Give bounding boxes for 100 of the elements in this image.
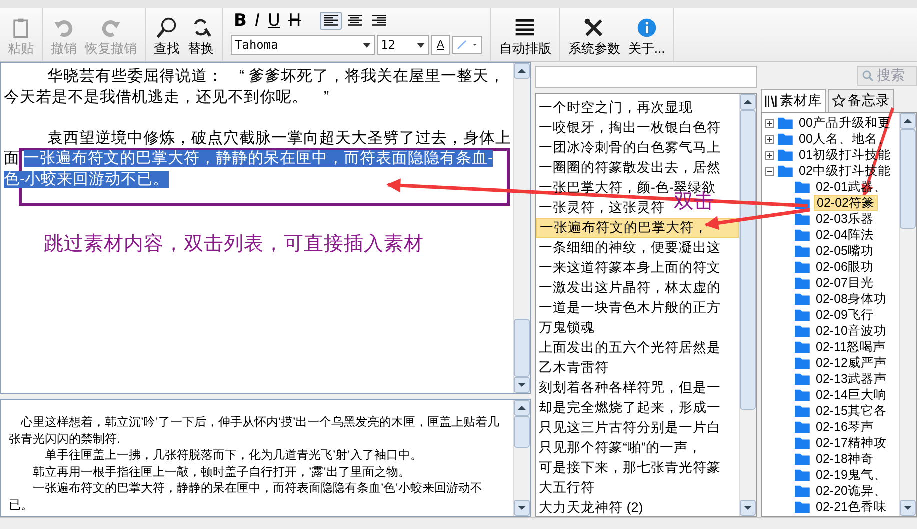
tab[interactable]: 备忘录 (828, 89, 894, 112)
tab[interactable]: 素材库 (761, 89, 826, 112)
text-style-button[interactable]: H (285, 11, 304, 31)
list-item[interactable]: 一条细细的神纹，便要凝出这 (536, 238, 724, 258)
list-item[interactable]: 万鬼锁魂 (536, 318, 598, 338)
star-icon (832, 94, 846, 108)
scrollbar[interactable] (739, 94, 756, 516)
tree-item[interactable]: 02-08身体功 (814, 292, 889, 306)
align-button[interactable] (320, 12, 342, 30)
tree-item[interactable]: 02-09飞行 (814, 308, 876, 322)
list-item[interactable]: 一团冰冷刺骨的白色雾气马上 (536, 138, 724, 158)
list-item[interactable]: 可是接下来，那七张青光符篆 (536, 458, 724, 478)
list-item[interactable]: 大五行符 (536, 478, 598, 498)
text-style-button[interactable]: B (231, 11, 250, 31)
scrollbar[interactable] (513, 63, 530, 393)
font-color-button[interactable]: A (431, 35, 450, 55)
folder-icon (795, 277, 810, 289)
tree-item[interactable]: 02-02符篆 (814, 195, 878, 211)
arrow-up-icon[interactable] (514, 63, 530, 79)
toolbar-button[interactable]: 关于... (624, 8, 670, 61)
font-select[interactable]: Tahoma (231, 35, 375, 55)
size-select[interactable]: 12 (377, 35, 429, 55)
expand-icon[interactable] (765, 134, 774, 144)
scrollbar[interactable] (899, 113, 916, 516)
list-item[interactable]: 乙木青雷符 (536, 358, 612, 378)
tree-item[interactable]: 02-05嘴功 (814, 244, 876, 258)
arrow-down-icon[interactable] (740, 500, 756, 516)
tree-item[interactable]: 02-06眼功 (814, 260, 876, 274)
scroll-thumb[interactable] (514, 416, 530, 448)
annotation-text: 跳过素材内容，双击列表，可直接插入素材 (44, 232, 424, 257)
search-field[interactable] (535, 66, 757, 88)
selected-text: 一张遍布符文的巴掌大符，静静的呆在匣中，而符表面隐隐有条血- (24, 150, 494, 167)
arrow-up-icon[interactable] (900, 113, 916, 129)
expand-icon[interactable] (765, 150, 774, 160)
list-item[interactable]: 一圈圈的符篆散发出去，居然 (536, 158, 724, 178)
paragraph: 心里这样想着，韩立沉’吟’了一下后，伸手从怀内’摸’出一个乌黑发亮的木匣，匣盖上贴着几张青光闪闪的禁制符. (9, 414, 501, 447)
tree-item[interactable]: 02-19鬼气、 (814, 468, 889, 482)
arrow-down-icon[interactable] (514, 500, 530, 516)
folder-icon (795, 485, 810, 497)
scroll-thumb[interactable] (740, 110, 756, 410)
tree-item[interactable]: 02-03乐器 (814, 212, 876, 226)
text-style-button[interactable]: I (252, 11, 263, 31)
list-item[interactable]: 一张灵符，这张灵符 (536, 198, 668, 218)
tree-item[interactable]: 02-04阵法 (814, 228, 876, 242)
toolbar-button[interactable]: 查找 (150, 8, 184, 61)
arrow-down-icon[interactable] (514, 377, 530, 393)
folder-icon (795, 309, 810, 321)
tree-item[interactable]: 02-21色香味 (814, 500, 889, 514)
list-item[interactable]: 一来这道符篆本身上面的符文 (536, 258, 724, 278)
list-item[interactable]: 只见这三片古符分别是一片白 (536, 418, 724, 438)
text-line: 袁西望逆境中修炼，破点穴截脉一掌向超天大圣劈了过去，身体上 (47, 130, 512, 146)
list-item[interactable]: 只见那个符篆“啪”的一声， (536, 438, 705, 458)
scroll-thumb[interactable] (900, 129, 916, 229)
search-icon (156, 17, 178, 39)
tree-item[interactable]: 02-10音波功 (814, 324, 889, 338)
list-item[interactable]: 却是完全燃烧了起来，形成一 (536, 398, 724, 418)
list-item[interactable]: 大力天龙神符 (2) (536, 498, 646, 516)
tree-item[interactable]: 02-17精神攻 (814, 436, 889, 450)
folder-icon (795, 469, 810, 481)
expand-icon[interactable] (765, 118, 774, 128)
list-item[interactable]: 上面发出的五六个光符居然是 (536, 338, 724, 358)
arrow-up-icon[interactable] (514, 400, 530, 416)
collapse-icon[interactable] (765, 166, 774, 176)
selected-text: 色-小蛟来回游动不已。 (4, 170, 170, 188)
scroll-thumb[interactable] (514, 319, 530, 377)
text-style-button[interactable]: U (264, 11, 284, 31)
folder-icon (795, 405, 810, 417)
tree-item[interactable]: 02-16琴声 (814, 420, 876, 434)
tree-item[interactable]: 02-12威严声 (814, 356, 889, 370)
list-item[interactable]: 一道是一块青色木片般的正方 (536, 298, 724, 318)
folder-icon (778, 133, 793, 145)
paragraph: 一张遍布符文的巴掌大符，静静的呆在匣中，而符表面隐隐有条血’色’小蛟来回游动不已。 (9, 480, 484, 513)
toolbar-button[interactable]: 系统参数 (564, 8, 624, 61)
tree-item[interactable]: 02-13武器声 (814, 372, 889, 386)
caret-icon (363, 42, 371, 48)
arrow-up-icon[interactable] (740, 94, 756, 110)
tree-item[interactable]: 00人名、地名、 (797, 132, 893, 146)
list-item[interactable]: 一张遍布符文的巴掌大符， (536, 218, 739, 238)
folder-icon (795, 325, 810, 337)
scrollbar[interactable] (513, 400, 530, 516)
folder-icon (795, 181, 810, 193)
folder-icon (795, 293, 810, 305)
list-item[interactable]: 一个时空之门，再次显现 (536, 98, 696, 118)
toolbar-button[interactable]: 自动排版 (495, 8, 556, 61)
folder-icon (795, 421, 810, 433)
tree-item[interactable]: 02-18神奇 (814, 452, 876, 466)
tree-item[interactable]: 02-15其它各 (814, 404, 889, 418)
tree-item[interactable]: 02-11怒喝声 (814, 340, 888, 354)
tree-item[interactable]: 02-14巨大响 (814, 388, 889, 402)
folder-icon (795, 229, 810, 241)
folder-icon (795, 213, 810, 225)
list-item[interactable]: 一咬银牙，掏出一枚银白色符 (536, 118, 724, 138)
tree-item[interactable]: 02-20诡异、 (814, 484, 889, 498)
toolbar-button[interactable]: 替换 (184, 8, 218, 61)
folder-icon (795, 341, 810, 353)
list-item[interactable]: 一激发出这片晶符，林太虚的 (536, 278, 724, 298)
tree-item[interactable]: 02-07目光 (814, 276, 876, 290)
folder-icon (795, 501, 810, 513)
list-item[interactable]: 刻划着各种各样符咒，但是一 (536, 378, 724, 398)
arrow-down-icon[interactable] (900, 500, 916, 516)
